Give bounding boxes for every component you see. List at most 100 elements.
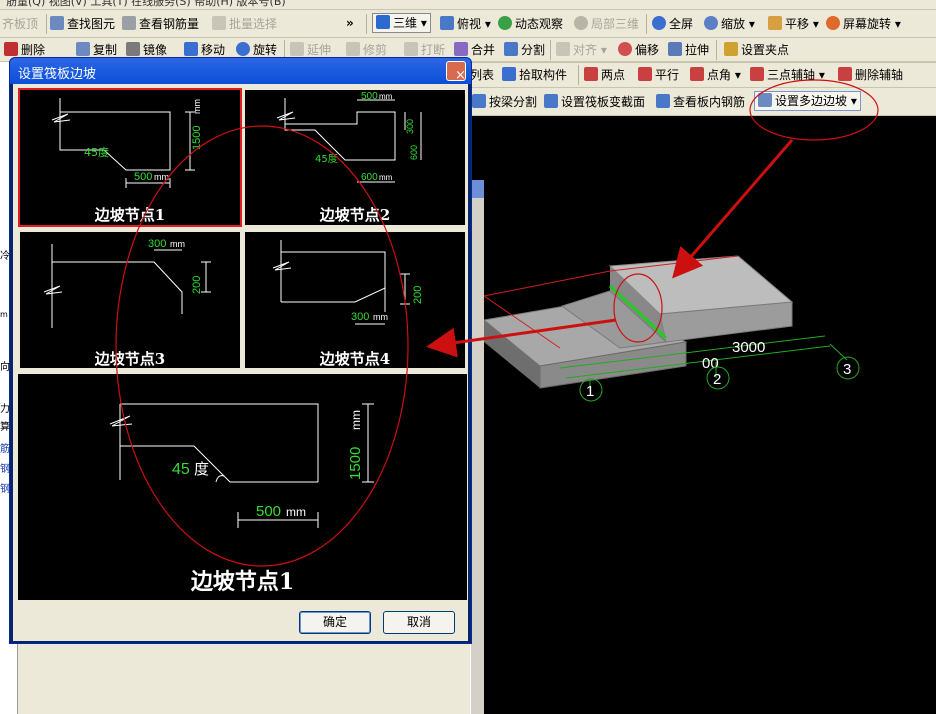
view-slab-rebar-button[interactable]: 查看板内钢筋 [656, 91, 745, 113]
preview-height-unit: mm [349, 410, 363, 430]
align-top-button[interactable]: 齐板顶 [2, 13, 38, 35]
stretch-icon [668, 42, 682, 56]
axis-label-1: 1 [586, 383, 594, 400]
separator [578, 65, 579, 85]
slope-node-3-label: 边坡节点3 [94, 350, 166, 368]
top-view-button[interactable]: 俯视 ▾ [440, 13, 491, 35]
three-point-axis-button[interactable]: 三点辅轴 ▾ [750, 64, 825, 86]
parallel-button[interactable]: 平行 [638, 64, 679, 86]
node-4-bottom: 300 [351, 311, 369, 323]
local-3d-button[interactable]: 局部三维 [574, 13, 639, 35]
node-2-bottom: 600 [361, 172, 378, 183]
node-4-bottom-unit: mm [373, 312, 388, 322]
offset-icon [618, 42, 632, 56]
node-2-h2: 600 [409, 145, 419, 160]
axis-label-2: 2 [713, 371, 721, 388]
3d-button[interactable]: 三维 ▾ [372, 13, 431, 33]
close-icon: × [455, 68, 466, 83]
slope-node-1-label: 边坡节点1 [94, 206, 166, 224]
fullscreen-button[interactable]: 全屏 [652, 13, 693, 35]
node-1-width-unit: mm [154, 172, 169, 182]
view-rebar-button[interactable]: 查看钢筋量 [122, 13, 199, 35]
find-element-button[interactable]: 查找图元 [50, 13, 115, 35]
zoom-icon [704, 16, 718, 30]
cube-icon [376, 15, 390, 29]
close-button[interactable]: × [446, 61, 466, 83]
toolbar-raft: 按梁分割 设置筏板变截面 查看板内钢筋 设置多边边坡 ▾ [470, 88, 936, 116]
separator [46, 14, 47, 34]
point-angle-button[interactable]: 点角 ▾ [690, 64, 741, 86]
align-icon [556, 42, 570, 56]
two-point-button[interactable]: 两点 [584, 64, 625, 86]
rotate-screen-button[interactable]: 屏幕旋转 ▾ [826, 13, 901, 35]
pan-button[interactable]: 平移 ▾ [768, 13, 819, 35]
dialog-title: 设置筏板边坡 [18, 67, 97, 82]
split-by-beam-button[interactable]: 按梁分割 [472, 91, 537, 113]
dimension-label: 3000 [732, 339, 765, 356]
preview-height: 1500 [347, 447, 364, 480]
set-raft-section-button[interactable]: 设置筏板变截面 [544, 91, 645, 113]
preview-width: 500 [256, 503, 281, 520]
batch-select-button[interactable]: 批量选择 [212, 13, 277, 35]
node-2-angle: 45度 [315, 152, 338, 165]
toolbar-axis: 列表 拾取构件 两点 平行 点角 ▾ 三点辅轴 ▾ 删除辅轴 [470, 62, 936, 88]
move-icon [184, 42, 198, 56]
node-4-height: 200 [412, 286, 424, 304]
rebar-icon [122, 16, 136, 30]
3d-viewport[interactable]: 3000 00 1 2 3 [470, 116, 936, 714]
panel-fragment: m [0, 310, 8, 319]
node-1-angle: 45度 [84, 145, 109, 159]
slab-rebar-icon [656, 94, 670, 108]
top-view-icon [440, 16, 454, 30]
find-icon [50, 16, 64, 30]
offset-button[interactable]: 偏移 [618, 39, 659, 61]
parallel-icon [638, 67, 652, 81]
raft-3d-model: 3000 00 1 2 3 [482, 255, 860, 402]
axis-label-3: 3 [843, 361, 851, 378]
merge-icon [454, 42, 468, 56]
set-multi-slope-button[interactable]: 设置多边边坡 ▾ [754, 91, 861, 111]
delete-axis-button[interactable]: 删除辅轴 [838, 64, 903, 86]
delete-axis-icon [838, 67, 852, 81]
slope-node-2-tile[interactable]: 500 mm 300 600 45度 600 mm 边坡节点2 [243, 88, 467, 227]
slope-node-1-tile[interactable]: 1500 mm 45度 500 mm 边坡节点1 [18, 88, 242, 227]
grip-icon [724, 42, 738, 56]
two-point-icon [584, 67, 598, 81]
multi-slope-icon [758, 93, 772, 107]
stretch-button[interactable]: 拉伸 [668, 39, 709, 61]
slope-preview-panel: 45 度 1500 mm 500 mm 边坡节点1 [17, 373, 468, 601]
menu-bar[interactable]: 筋量(Q) 视图(V) 工具(T) 在线服务(S) 帮助(H) 版本号(B) [0, 0, 936, 10]
orbit-button[interactable]: 动态观察 [498, 13, 563, 35]
menu-bar-text[interactable]: 筋量(Q) 视图(V) 工具(T) 在线服务(S) 帮助(H) 版本号(B) [6, 0, 286, 8]
separator [646, 14, 647, 34]
ok-button[interactable]: 确定 [299, 611, 371, 634]
hand-icon [768, 16, 782, 30]
copy-icon [76, 42, 90, 56]
background-window [470, 180, 484, 714]
preview-width-unit: mm [286, 505, 306, 519]
toolbar-overflow[interactable]: » [346, 12, 354, 34]
dialog-title-bar[interactable]: 设置筏板边坡 × [10, 58, 471, 84]
list-button[interactable]: 列表 [470, 64, 494, 86]
slope-node-4-tile[interactable]: 200 300 mm 边坡节点4 [243, 230, 467, 370]
split-icon [504, 42, 518, 56]
slope-node-2-label: 边坡节点2 [319, 206, 391, 224]
raft-slope-dialog: 设置筏板边坡 × 1500 mm 45度 500 mm 边坡节点1 500 mm… [9, 57, 472, 644]
beam-split-icon [472, 94, 486, 108]
set-grip-button[interactable]: 设置夹点 [724, 39, 789, 61]
cancel-button[interactable]: 取消 [383, 611, 455, 634]
break-icon [404, 42, 418, 56]
node-1-height-unit: mm [192, 99, 202, 114]
node-2-top-unit: mm [379, 92, 393, 101]
node-2-top: 500 [361, 91, 378, 102]
orbit-icon [498, 16, 512, 30]
slope-node-3-tile[interactable]: 300 mm 200 边坡节点3 [18, 230, 242, 370]
align-button[interactable]: 对齐 ▾ [556, 39, 607, 61]
preview-angle-unit: 度 [194, 460, 209, 478]
rotate-icon [236, 42, 250, 56]
zoom-button[interactable]: 缩放 ▾ [704, 13, 755, 35]
pick-component-button[interactable]: 拾取构件 [502, 64, 567, 86]
split-button[interactable]: 分割 [504, 39, 545, 61]
separator [550, 40, 551, 60]
separator [716, 40, 717, 60]
